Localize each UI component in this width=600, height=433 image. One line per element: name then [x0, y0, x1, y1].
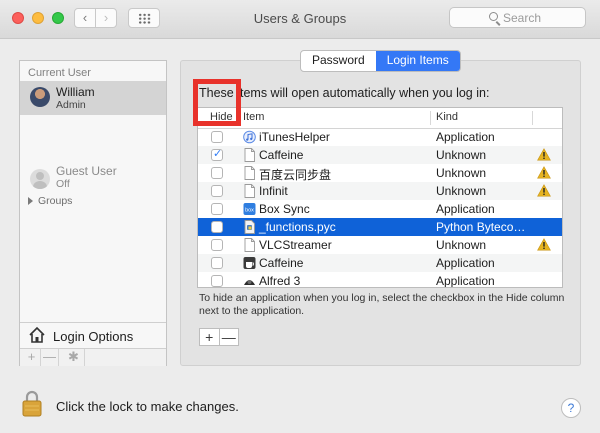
tab-control: Password Login Items — [300, 50, 461, 72]
item-name: Infinit — [259, 184, 288, 198]
hide-checkbox[interactable] — [211, 257, 223, 269]
help-button[interactable]: ? — [561, 398, 581, 418]
warning-icon — [537, 184, 551, 197]
hide-checkbox[interactable] — [211, 203, 223, 215]
table-row[interactable]: Caffeine Unknown — [198, 146, 562, 164]
groups-disclosure[interactable]: Groups — [28, 195, 72, 207]
table-row[interactable]: Infinit Unknown — [198, 182, 562, 200]
item-kind: Python Byteco… — [436, 220, 526, 234]
add-user-button[interactable]: + — [23, 349, 41, 366]
hide-checkbox[interactable] — [211, 147, 223, 161]
groups-label: Groups — [38, 195, 73, 207]
item-kind: Unknown — [436, 238, 487, 252]
gear-icon[interactable]: ✱ — [63, 349, 85, 366]
svg-text:box: box — [245, 208, 254, 214]
hide-checkbox[interactable] — [211, 167, 223, 179]
avatar — [30, 87, 50, 107]
itunes-icon — [243, 130, 256, 144]
user-item-william[interactable]: William Admin — [20, 81, 166, 115]
box-icon: box — [243, 202, 256, 216]
python-file-icon — [243, 220, 256, 234]
item-kind: Application — [436, 202, 495, 216]
item-name: _functions.pyc — [259, 220, 336, 234]
table-row[interactable]: box Box Sync Application — [198, 200, 562, 218]
remove-login-item-button[interactable]: — — [220, 329, 239, 345]
search-field[interactable]: Search — [449, 7, 586, 28]
hide-checkbox[interactable] — [211, 275, 223, 287]
user-role: Admin — [56, 99, 86, 111]
login-items-table: Hide Item Kind iTunesHelperApplicationCa… — [197, 107, 563, 288]
table-header: Hide Item Kind — [198, 108, 562, 129]
document-icon — [243, 148, 256, 162]
item-kind: Application — [436, 274, 495, 288]
sidebar-toolbar: + — ✱ — [20, 348, 166, 366]
column-divider — [532, 111, 533, 125]
title-bar: ‹ › Users & Groups Search — [0, 0, 600, 39]
search-icon — [489, 12, 498, 21]
item-name: iTunesHelper — [259, 130, 330, 144]
item-kind: Application — [436, 256, 495, 270]
table-row[interactable]: VLCStreamer Unknown — [198, 236, 562, 254]
warning-icon — [537, 148, 551, 161]
hide-checkbox[interactable] — [211, 131, 223, 143]
document-icon — [243, 238, 256, 252]
column-divider — [430, 111, 431, 125]
table-row[interactable]: Caffeine Application — [198, 254, 562, 272]
lock-message: Click the lock to make changes. — [56, 399, 239, 414]
column-hide[interactable]: Hide — [210, 111, 233, 123]
hide-hint-text: To hide an application when you log in, … — [199, 292, 565, 317]
column-kind[interactable]: Kind — [436, 111, 458, 123]
alfred-icon — [243, 274, 256, 287]
guest-user-item[interactable]: Guest User — [56, 164, 117, 178]
users-sidebar: Current User William Admin Guest User Of… — [19, 60, 167, 366]
document-icon — [243, 184, 256, 198]
table-row[interactable]: iTunesHelper Application — [198, 128, 562, 146]
hide-checkbox[interactable] — [211, 185, 223, 197]
add-login-item-button[interactable]: + — [200, 329, 220, 345]
table-row[interactable]: _functions.pyc Python Byteco… — [198, 218, 562, 236]
hide-checkbox[interactable] — [211, 221, 223, 233]
table-row[interactable]: Alfred 3 Application — [198, 272, 562, 288]
search-placeholder: Search — [503, 11, 542, 25]
guest-user-status: Off — [56, 178, 70, 190]
tab-password[interactable]: Password — [301, 51, 376, 71]
item-kind: Unknown — [436, 148, 487, 162]
item-name: Caffeine — [259, 148, 304, 162]
user-name: William — [56, 85, 95, 99]
house-icon — [29, 326, 45, 343]
item-name: VLCStreamer — [259, 238, 332, 252]
document-icon — [243, 166, 256, 180]
users-groups-window: ‹ › Users & Groups Search Current User W… — [0, 0, 600, 433]
disclosure-triangle-icon — [28, 197, 33, 205]
tab-login-items[interactable]: Login Items — [375, 51, 460, 71]
item-kind: Unknown — [436, 184, 487, 198]
login-items-add-remove: + — — [199, 328, 239, 346]
item-name: Box Sync — [259, 202, 310, 216]
remove-user-button[interactable]: — — [41, 349, 59, 366]
column-divider — [238, 111, 239, 125]
item-name: Alfred 3 — [259, 274, 301, 288]
item-kind: Application — [436, 130, 495, 144]
guest-user-icon — [30, 169, 50, 189]
caffeine-app-icon — [243, 256, 256, 270]
table-row[interactable]: 百度云同步盘 Unknown — [198, 164, 562, 182]
item-kind: Unknown — [436, 166, 487, 180]
lock-icon[interactable] — [22, 388, 42, 418]
item-name: Caffeine — [259, 256, 304, 270]
warning-icon — [537, 238, 551, 251]
hide-checkbox[interactable] — [211, 239, 223, 251]
login-items-intro: These items will open automatically when… — [199, 86, 490, 100]
login-options-label: Login Options — [53, 329, 134, 344]
item-name: 百度云同步盘 — [259, 168, 332, 182]
warning-icon — [537, 166, 551, 179]
current-user-section-label: Current User — [28, 67, 91, 79]
login-options-item[interactable]: Login Options — [20, 322, 166, 349]
column-item[interactable]: Item — [243, 111, 264, 123]
